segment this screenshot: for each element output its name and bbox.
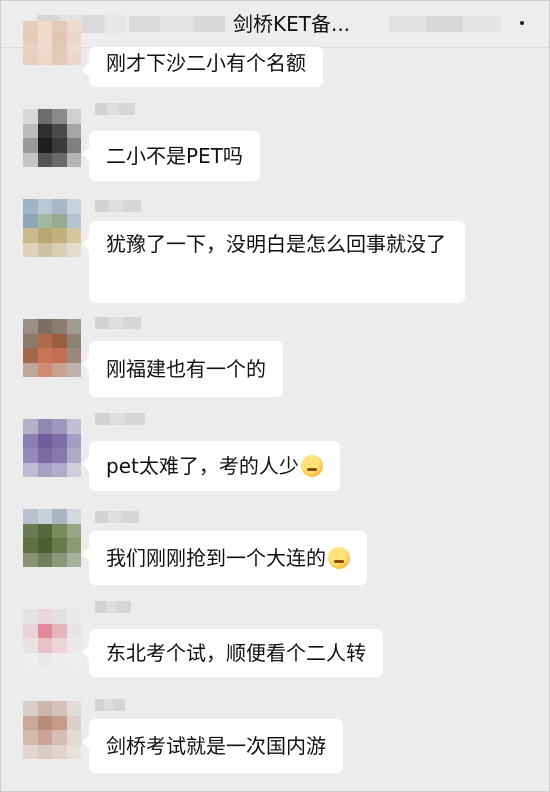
avatar[interactable] <box>23 199 81 257</box>
sender-name-blurred <box>95 511 139 523</box>
sender-name-blurred <box>95 601 131 613</box>
message-bubble[interactable]: 刚福建也有一个的 <box>82 341 283 397</box>
laughing-tears-face-icon <box>328 547 350 569</box>
message-bubble[interactable]: 犹豫了一下，没明白是怎么回事就没了 <box>82 221 465 303</box>
message-text: 犹豫了一下，没明白是怎么回事就没了 <box>106 232 446 256</box>
avatar[interactable] <box>23 319 81 377</box>
message-text: pet太难了，考的人少 <box>106 454 299 478</box>
sender-name-blurred <box>95 413 145 425</box>
chat-screen: 剑桥KET备... 刚才下沙二小有个名额 二小不是PET吗 犹豫了一下，没明白是… <box>0 0 550 792</box>
message-text: 刚才下沙二小有个名额 <box>106 51 306 75</box>
message-bubble[interactable]: 剑桥考试就是一次国内游 <box>82 719 343 773</box>
more-dot-icon[interactable] <box>520 21 524 25</box>
avatar[interactable] <box>23 419 81 477</box>
chat-header: 剑桥KET备... <box>1 1 549 48</box>
sender-name-blurred <box>95 699 125 711</box>
message-text: 东北考个试，顺便看个二人转 <box>106 641 366 665</box>
message-bubble[interactable]: 东北考个试，顺便看个二人转 <box>82 629 383 677</box>
avatar[interactable] <box>23 509 81 567</box>
message-bubble[interactable]: pet太难了，考的人少 <box>82 441 340 491</box>
avatar[interactable] <box>23 701 81 759</box>
blurred-header-text <box>389 16 501 32</box>
message-text: 剑桥考试就是一次国内游 <box>106 734 326 758</box>
sender-name-blurred <box>95 200 141 212</box>
avatar[interactable] <box>23 21 81 65</box>
message-text: 我们刚刚抢到一个大连的 <box>106 546 326 570</box>
message-text: 刚福建也有一个的 <box>106 357 266 381</box>
sender-name-blurred <box>95 103 135 115</box>
chat-title: 剑桥KET备... <box>233 12 351 36</box>
avatar[interactable] <box>23 609 81 667</box>
sender-name-blurred <box>95 317 141 329</box>
message-bubble[interactable]: 我们刚刚抢到一个大连的 <box>82 531 367 585</box>
avatar[interactable] <box>23 109 81 167</box>
message-text: 二小不是PET吗 <box>106 144 243 168</box>
message-bubble[interactable]: 刚才下沙二小有个名额 <box>82 47 323 87</box>
blurred-header-text <box>129 16 225 32</box>
thinking-face-icon <box>300 455 323 477</box>
message-bubble[interactable]: 二小不是PET吗 <box>82 131 260 181</box>
